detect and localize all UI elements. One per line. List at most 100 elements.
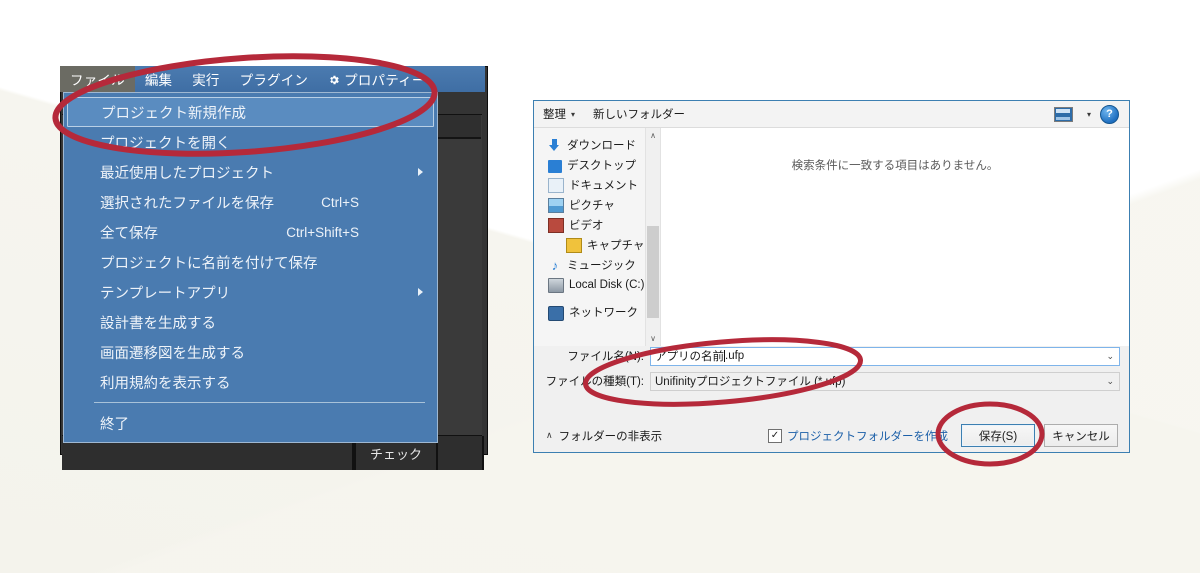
menu-item-recent-projects[interactable]: 最近使用したプロジェクト — [64, 157, 437, 187]
menu-item-generate-design-doc[interactable]: 設計書を生成する — [64, 307, 437, 337]
organize-button[interactable]: 整理 ▾ — [534, 106, 584, 122]
menu-item-template-app-label: テンプレートアプリ — [100, 285, 231, 302]
nav-item-pictures-label: ピクチャ — [569, 200, 615, 212]
network-icon — [548, 305, 564, 321]
organize-label: 整理 — [543, 109, 566, 121]
nav-item-local-disk-label: Local Disk (C:) — [569, 279, 645, 291]
nav-item-videos[interactable]: ビデオ — [534, 215, 660, 235]
dialog-fields: ファイル名(N): アプリの名前 .ufp ⌄ ファイルの種類(T): Unifi… — [534, 346, 1129, 396]
menu-item-show-terms[interactable]: 利用規約を表示する — [64, 367, 437, 397]
menu-item-exit-label: 終了 — [100, 416, 129, 433]
nav-item-network-label: ネットワーク — [569, 307, 638, 319]
disk-icon — [548, 278, 564, 293]
save-file-dialog: 整理 ▾ 新しいフォルダー ▾ ? ダウンロード デスクトップ ドキュメント ピ… — [533, 100, 1130, 453]
nav-item-network[interactable]: ネットワーク — [534, 302, 660, 322]
chevron-down-icon: ▾ — [571, 109, 576, 119]
documents-icon — [548, 177, 564, 193]
nav-item-capture[interactable]: キャプチャ — [534, 235, 660, 255]
menu-item-generate-screen-flow-label: 画面遷移図を生成する — [100, 345, 245, 362]
menu-item-exit[interactable]: 終了 — [64, 408, 437, 438]
create-project-folder-checkbox[interactable]: ✓ プロジェクトフォルダーを作成 — [768, 428, 948, 444]
filetype-row: ファイルの種類(T): Unifinityプロジェクトファイル (*.ufp) … — [534, 371, 1129, 391]
chevron-up-icon: ∧ — [546, 430, 553, 440]
menu-item-open-project[interactable]: プロジェクトを開く — [64, 127, 437, 157]
menu-item-open-project-label: プロジェクトを開く — [100, 135, 231, 152]
dialog-footer: ∧ フォルダーの非表示 ✓ プロジェクトフォルダーを作成 保存(S) キャンセル — [534, 419, 1129, 452]
filename-row: ファイル名(N): アプリの名前 .ufp ⌄ — [534, 346, 1129, 366]
menu-file[interactable]: ファイル — [60, 66, 135, 92]
view-chevron-down-icon[interactable]: ▾ — [1087, 110, 1091, 119]
capture-folder-icon — [566, 237, 582, 253]
menu-file-label: ファイル — [70, 73, 125, 88]
menu-item-save-selected[interactable]: 選択されたファイルを保存 Ctrl+S — [64, 187, 437, 217]
filetype-select[interactable]: Unifinityプロジェクトファイル (*.ufp) ⌄ — [650, 371, 1120, 391]
pictures-icon — [548, 198, 564, 213]
filename-value-before-caret: アプリの名前 — [655, 351, 724, 363]
menu-item-save-project-as[interactable]: プロジェクトに名前を付けて保存 — [64, 247, 437, 277]
menu-edit[interactable]: 編集 — [135, 66, 182, 92]
menu-properties-label: プロパティー — [344, 73, 426, 88]
filetype-value: Unifinityプロジェクトファイル (*.ufp) — [655, 376, 846, 388]
nav-item-downloads[interactable]: ダウンロード — [534, 135, 660, 155]
menu-item-save-project-as-label: プロジェクトに名前を付けて保存 — [100, 255, 318, 272]
save-button[interactable]: 保存(S) — [961, 424, 1035, 447]
menu-item-save-selected-label: 選択されたファイルを保存 — [100, 195, 274, 212]
menu-item-new-project[interactable]: プロジェクト新規作成 — [67, 97, 434, 127]
menu-item-generate-design-doc-label: 設計書を生成する — [100, 315, 216, 332]
nav-item-music[interactable]: ♪ ミュージック — [534, 255, 660, 275]
checkbox-box: ✓ — [768, 428, 782, 443]
nav-item-documents-label: ドキュメント — [569, 180, 638, 192]
new-folder-label: 新しいフォルダー — [593, 109, 686, 121]
footer-actions: ✓ プロジェクトフォルダーを作成 保存(S) キャンセル — [768, 424, 1129, 447]
submenu-arrow-icon — [418, 288, 423, 296]
scroll-up-arrow-icon[interactable]: ∧ — [646, 128, 660, 143]
create-project-folder-label: プロジェクトフォルダーを作成 — [787, 430, 948, 443]
menu-properties[interactable]: プロパティー — [318, 66, 435, 92]
help-icon[interactable]: ? — [1100, 104, 1119, 124]
file-dropdown-menu: プロジェクト新規作成 プロジェクトを開く 最近使用したプロジェクト 選択されたフ… — [63, 92, 438, 443]
empty-list-message: 検索条件に一致する項目はありません。 — [791, 160, 999, 172]
submenu-arrow-icon — [418, 168, 423, 176]
nav-item-desktop[interactable]: デスクトップ — [534, 155, 660, 175]
filetype-label: ファイルの種類(T): — [545, 376, 644, 388]
nav-item-pictures[interactable]: ピクチャ — [534, 195, 660, 215]
menu-item-recent-projects-label: 最近使用したプロジェクト — [100, 165, 274, 182]
filename-label: ファイル名(N): — [567, 351, 644, 363]
music-icon: ♪ — [551, 257, 559, 273]
menu-item-save-all-label: 全て保存 — [100, 225, 158, 242]
nav-item-music-label: ミュージック — [567, 260, 636, 272]
menu-run[interactable]: 実行 — [182, 66, 229, 92]
navigation-scrollbar[interactable]: ∧ ∨ — [645, 128, 660, 346]
menu-item-save-all[interactable]: 全て保存 Ctrl+Shift+S — [64, 217, 437, 247]
nav-item-desktop-label: デスクトップ — [567, 160, 636, 172]
dialog-toolbar: 整理 ▾ 新しいフォルダー ▾ ? — [534, 101, 1129, 128]
scrollbar-thumb[interactable] — [647, 226, 659, 318]
nav-item-local-disk[interactable]: Local Disk (C:) — [534, 275, 660, 295]
menu-run-label: 実行 — [192, 73, 220, 88]
navigation-pane: ダウンロード デスクトップ ドキュメント ピクチャ ビデオ キャプチャ ♪ ミュ… — [534, 128, 661, 346]
menu-separator — [94, 402, 425, 403]
menu-plugin[interactable]: プラグイン — [230, 66, 319, 92]
hide-folders-toggle[interactable]: ∧ フォルダーの非表示 — [534, 428, 662, 444]
filetype-dropdown-chevron-icon[interactable]: ⌄ — [1106, 376, 1114, 387]
nav-item-documents[interactable]: ドキュメント — [534, 175, 660, 195]
desktop-icon — [548, 159, 562, 173]
menu-item-generate-screen-flow[interactable]: 画面遷移図を生成する — [64, 337, 437, 367]
hide-folders-label: フォルダーの非表示 — [558, 430, 663, 443]
filename-value-after-caret: .ufp — [725, 350, 745, 362]
filename-dropdown-chevron-icon[interactable]: ⌄ — [1106, 351, 1114, 362]
scroll-down-arrow-icon[interactable]: ∨ — [646, 331, 660, 346]
app-window: チェック ファイル 編集 実行 プラグイン プロパティー プロジェクト新規作成 — [60, 66, 488, 470]
menu-item-template-app[interactable]: テンプレートアプリ — [64, 277, 437, 307]
cancel-button[interactable]: キャンセル — [1044, 424, 1118, 447]
menu-item-new-project-label: プロジェクト新規作成 — [101, 105, 246, 122]
new-folder-button[interactable]: 新しいフォルダー — [584, 106, 694, 122]
toolbar-right-group: ▾ ? — [1053, 104, 1129, 124]
view-mode-icon[interactable] — [1053, 106, 1073, 122]
bottom-bar-right-cell — [438, 436, 484, 470]
nav-item-downloads-label: ダウンロード — [567, 140, 636, 152]
videos-icon — [548, 217, 564, 233]
file-list-pane[interactable]: 検索条件に一致する項目はありません。 — [661, 128, 1129, 346]
filename-input[interactable]: アプリの名前 .ufp ⌄ — [650, 346, 1120, 366]
